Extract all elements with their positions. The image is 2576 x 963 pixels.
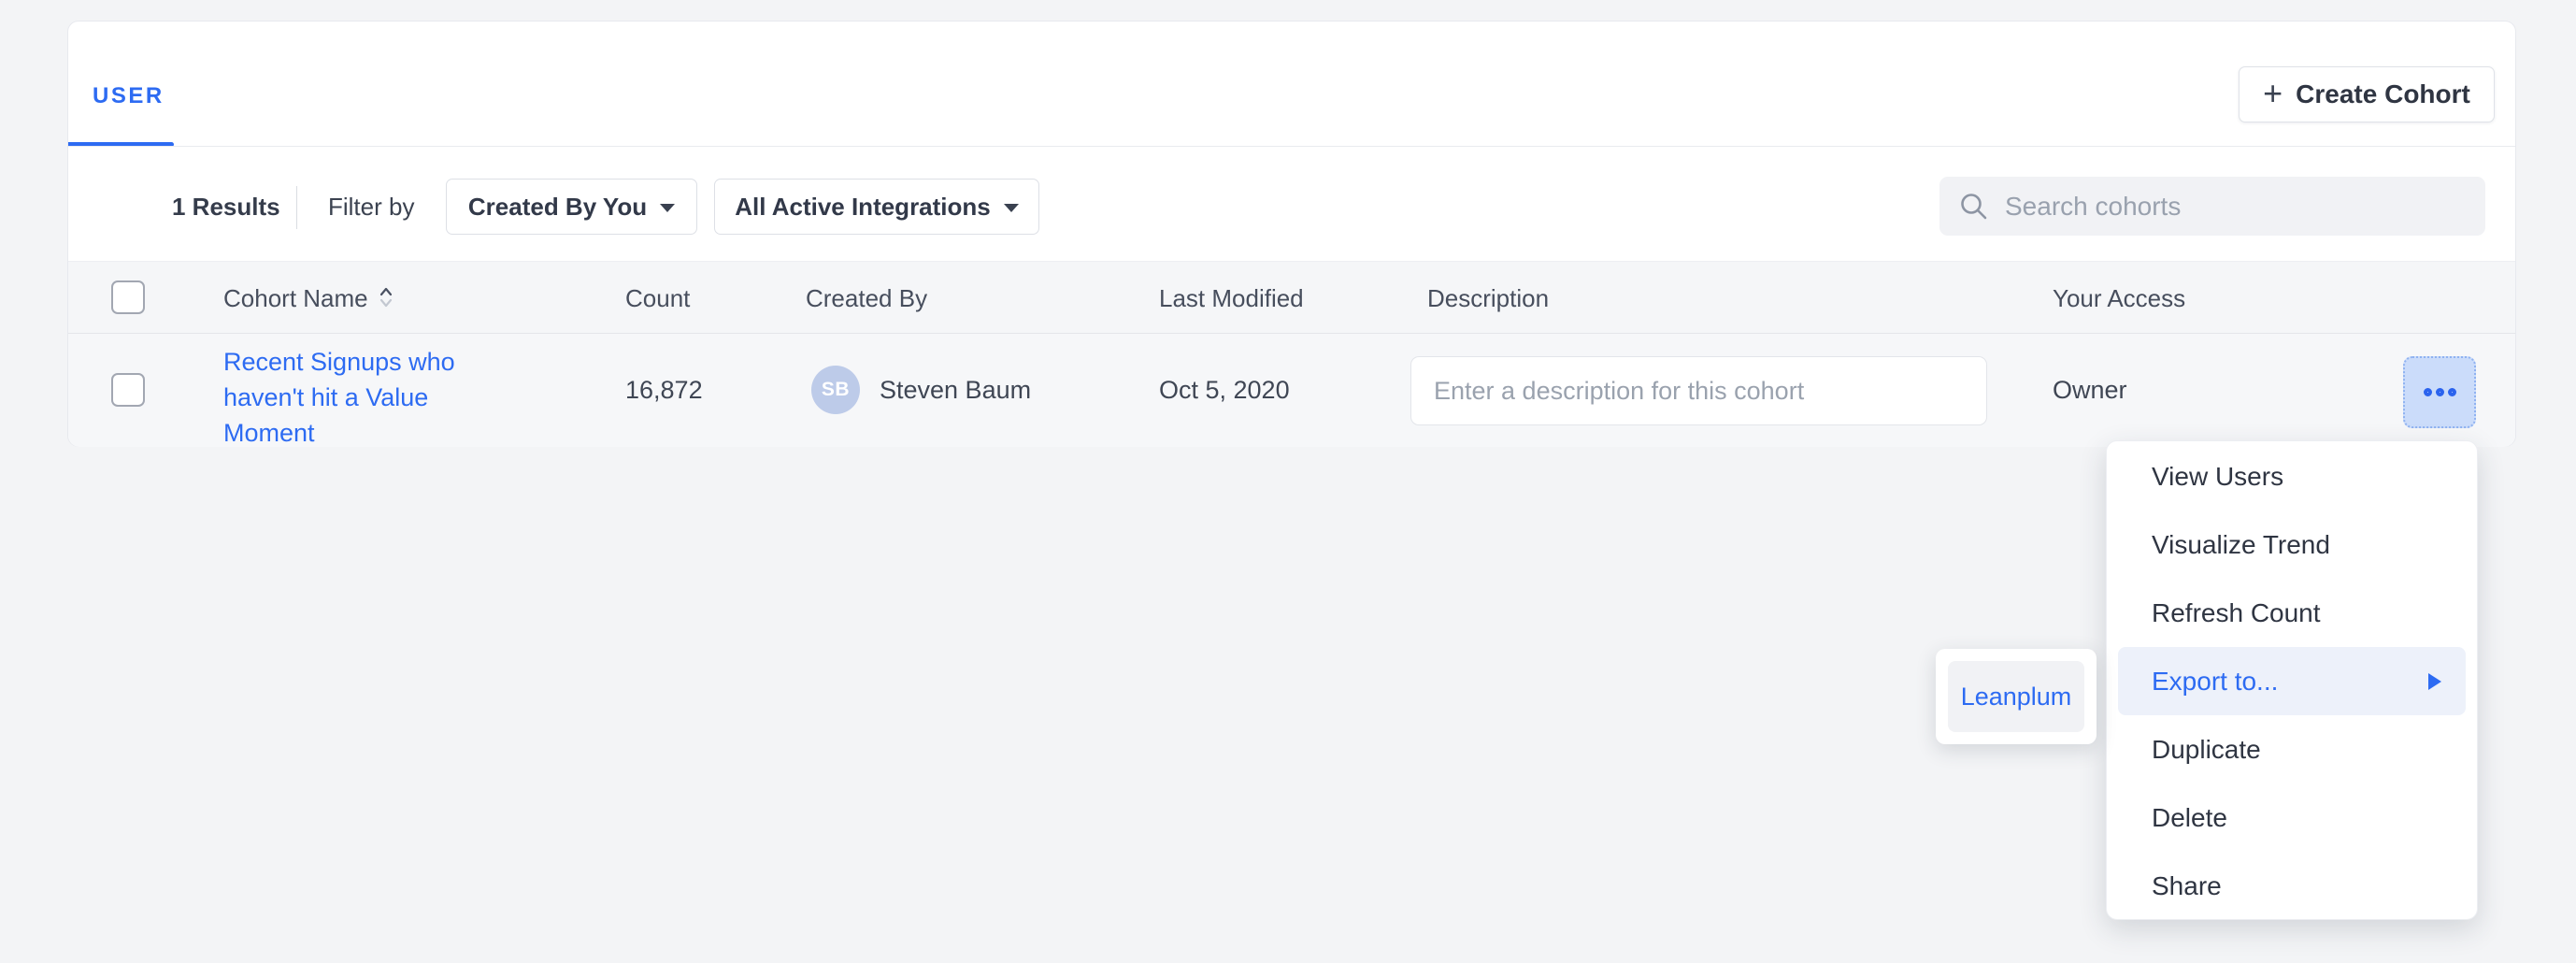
more-icon [2448,388,2456,396]
submenu-arrow-icon [2428,673,2441,690]
menu-item-visualize-trend[interactable]: Visualize Trend [2107,510,2477,579]
created-by-name: Steven Baum [880,334,1031,447]
more-actions-button[interactable] [2403,356,2476,428]
filter-by-label: Filter by [328,193,414,222]
integrations-dropdown-value: All Active Integrations [735,193,991,222]
select-all-checkbox[interactable] [111,280,145,314]
last-modified-date: Oct 5, 2020 [1159,334,1290,447]
tab-user[interactable]: USER [93,83,165,109]
menu-item-export-to[interactable]: Export to... [2118,647,2466,715]
avatar: SB [811,366,860,414]
submenu-item-leanplum[interactable]: Leanplum [1948,661,2084,732]
menu-item-view-users[interactable]: View Users [2107,442,2477,510]
filter-divider [296,186,297,229]
created-by-dropdown[interactable]: Created By You [446,179,697,235]
access-level: Owner [2053,334,2127,447]
column-header-your-access[interactable]: Your Access [2053,262,2185,335]
table-row: Recent Signups who haven't hit a Value M… [68,334,2515,447]
more-icon [2436,388,2444,396]
created-by-dropdown-value: Created By You [468,193,647,222]
menu-item-delete[interactable]: Delete [2107,783,2477,852]
column-header-created-by[interactable]: Created By [806,262,927,335]
cohort-name-link[interactable]: Recent Signups who haven't hit a Value M… [223,344,465,451]
menu-item-share[interactable]: Share [2107,852,2477,920]
more-icon [2424,388,2432,396]
menu-item-duplicate[interactable]: Duplicate [2107,715,2477,783]
search-input[interactable] [2005,192,2467,222]
column-header-count[interactable]: Count [625,262,690,335]
create-cohort-button[interactable]: + Create Cohort [2239,66,2495,122]
integrations-dropdown[interactable]: All Active Integrations [714,179,1039,235]
caret-down-icon [660,204,675,212]
cohorts-panel: USER + Create Cohort 1 Results Filter by… [67,21,2516,447]
column-header-cohort-name[interactable]: Cohort Name [223,262,394,335]
sort-icon[interactable] [378,284,394,310]
row-checkbox[interactable] [111,373,145,407]
column-header-description[interactable]: Description [1427,262,1549,335]
plus-icon: + [2263,79,2283,108]
export-submenu: Leanplum [1936,649,2097,744]
column-header-last-modified[interactable]: Last Modified [1159,262,1304,335]
description-input[interactable] [1410,356,1987,425]
tab-row-divider [68,146,2515,147]
cohort-count: 16,872 [625,334,703,447]
table-header-row: Cohort Name Count Created By Last Modifi… [68,261,2515,334]
row-actions-menu: View Users Visualize Trend Refresh Count… [2106,440,2478,920]
search-icon [1958,191,1990,223]
menu-item-refresh-count[interactable]: Refresh Count [2107,579,2477,647]
results-count: 1 Results [172,193,280,222]
caret-down-icon [1004,204,1019,212]
search-cohorts-box[interactable] [1939,177,2485,236]
create-cohort-label: Create Cohort [2296,79,2470,109]
